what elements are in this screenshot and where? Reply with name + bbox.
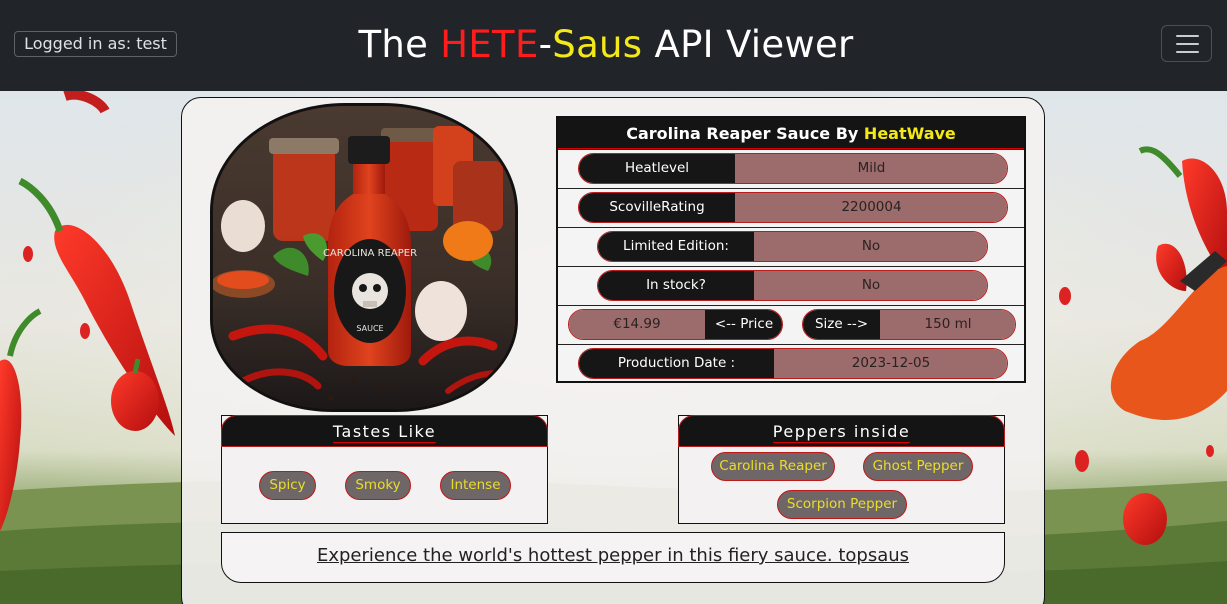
brand-name: HeatWave: [863, 124, 956, 143]
size-label: Size -->: [803, 310, 880, 339]
limited-edition-label: Limited Edition:: [598, 232, 754, 261]
in-stock-label: In stock?: [598, 271, 754, 300]
product-image: CAROLINA REAPER SAUCE: [210, 103, 518, 412]
price-label: <-- Price: [705, 310, 782, 339]
title-part-saus: Saus: [552, 23, 643, 66]
sauce-description: Experience the world's hottest pepper in…: [316, 545, 910, 566]
price-size-row: €14.99 <-- Price Size --> 150 ml: [558, 305, 1024, 344]
bottle-label-line2: SAUCE: [356, 324, 383, 333]
sauce-name: Carolina Reaper Sauce By: [626, 124, 859, 143]
title-part-api-viewer: API Viewer: [642, 23, 854, 66]
price-value: €14.99: [569, 310, 705, 339]
hamburger-icon: [1176, 35, 1199, 37]
site-title: The HETE-Saus API Viewer: [0, 22, 1212, 68]
menu-toggle-button[interactable]: [1161, 25, 1212, 62]
scoville-label: ScovilleRating: [579, 193, 735, 222]
title-part-the: The: [358, 23, 441, 66]
taste-chip-intense[interactable]: Intense: [440, 471, 511, 500]
scoville-row: ScovilleRating 2200004: [558, 188, 1024, 227]
size-value: 150 ml: [880, 310, 1015, 339]
heatlevel-value: Mild: [735, 154, 1007, 183]
sauce-title: Carolina Reaper Sauce By HeatWave: [558, 118, 1024, 149]
pepper-chip-ghost-pepper[interactable]: Ghost Pepper: [863, 452, 973, 481]
heatlevel-label: Heatlevel: [579, 154, 735, 183]
production-date-label: Production Date :: [579, 349, 774, 378]
heatlevel-row: Heatlevel Mild: [558, 149, 1024, 188]
description-box: Experience the world's hottest pepper in…: [221, 532, 1005, 583]
taste-chip-smoky[interactable]: Smoky: [345, 471, 411, 500]
limited-edition-row: Limited Edition: No: [558, 227, 1024, 266]
pepper-chip-scorpion-pepper[interactable]: Scorpion Pepper: [777, 490, 907, 519]
pepper-chip-carolina-reaper[interactable]: Carolina Reaper: [711, 452, 835, 481]
tastes-like-title: Tastes Like: [332, 422, 437, 443]
scoville-value: 2200004: [735, 193, 1007, 222]
taste-chip-spicy[interactable]: Spicy: [259, 471, 316, 500]
production-date-value: 2023-12-05: [774, 349, 1007, 378]
bottle-label-line1: CAROLINA REAPER: [323, 248, 417, 259]
peppers-inside-title: Peppers inside: [772, 422, 911, 443]
hot-sauce-bottle-image: CAROLINA REAPER SAUCE: [213, 106, 515, 409]
navbar: Logged in as: test The HETE-Saus API Vie…: [0, 0, 1227, 91]
title-part-dash: -: [538, 23, 553, 66]
peppers-inside-box: Peppers inside Carolina Reaper Ghost Pep…: [678, 415, 1005, 524]
title-part-hete: HETE: [440, 23, 539, 66]
in-stock-value: No: [754, 271, 987, 300]
in-stock-row: In stock? No: [558, 266, 1024, 305]
limited-edition-value: No: [754, 232, 987, 261]
tastes-like-box: Tastes Like Spicy Smoky Intense: [221, 415, 548, 524]
sauce-info-table: Carolina Reaper Sauce By HeatWave Heatle…: [556, 116, 1026, 383]
production-date-row: Production Date : 2023-12-05: [558, 344, 1024, 383]
